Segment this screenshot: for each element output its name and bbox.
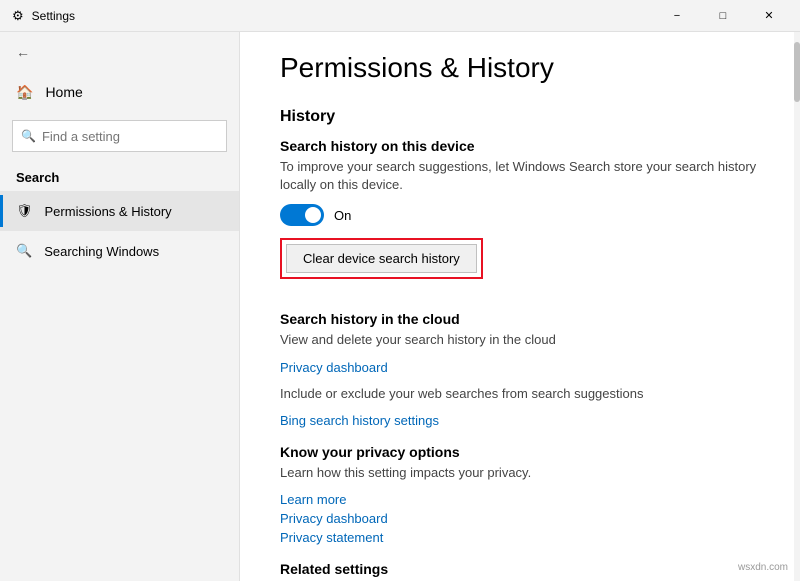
title-bar-title: Settings	[32, 9, 75, 23]
cloud-section-block: Search history in the cloud View and del…	[280, 311, 760, 427]
app-container: ← 🏠 Home 🔍 Search 🛡 Permissions & Histor…	[0, 32, 800, 581]
sidebar-item-permissions-label: Permissions & History	[45, 204, 172, 219]
back-button[interactable]: ←	[0, 32, 239, 72]
search-icon: 🔍	[21, 129, 36, 143]
title-bar: ⚙ Settings − □ ✕	[0, 0, 800, 32]
toggle-row: On	[280, 204, 760, 226]
search-history-device-block: Search history on this device To improve…	[280, 138, 760, 295]
scrollbar[interactable]	[794, 32, 800, 581]
clear-btn-highlight: Clear device search history	[280, 238, 483, 279]
learn-more-link[interactable]: Learn more	[280, 492, 760, 507]
privacy-dashboard-link-1[interactable]: Privacy dashboard	[280, 360, 760, 375]
toggle-label: On	[334, 208, 351, 223]
privacy-desc: Learn how this setting impacts your priv…	[280, 464, 760, 482]
search-box[interactable]: 🔍	[12, 120, 227, 152]
window-controls: − □ ✕	[654, 0, 792, 32]
bing-history-link[interactable]: Bing search history settings	[280, 413, 760, 428]
sidebar: ← 🏠 Home 🔍 Search 🛡 Permissions & Histor…	[0, 32, 240, 581]
back-icon: ←	[16, 44, 30, 60]
close-button[interactable]: ✕	[746, 0, 792, 32]
home-label: Home	[45, 84, 82, 100]
scroll-thumb[interactable]	[794, 42, 800, 102]
main-content: Permissions & History History Search his…	[240, 32, 800, 581]
search-history-device-title: Search history on this device	[280, 138, 760, 154]
sidebar-item-searching[interactable]: 🔍 Searching Windows	[0, 231, 239, 271]
maximize-button[interactable]: □	[700, 0, 746, 32]
searching-icon: 🔍	[16, 243, 32, 259]
permissions-icon: 🛡	[16, 203, 33, 219]
clear-device-history-button[interactable]: Clear device search history	[286, 244, 477, 273]
related-section-block: Related settings Windows privacy options	[280, 561, 760, 581]
page-title: Permissions & History	[280, 52, 760, 84]
settings-icon: ⚙	[12, 8, 24, 24]
home-icon: 🏠	[16, 84, 33, 101]
minimize-button[interactable]: −	[654, 0, 700, 32]
privacy-section-block: Know your privacy options Learn how this…	[280, 444, 760, 545]
search-history-toggle[interactable]	[280, 204, 324, 226]
cloud-view-label: View and delete your search history in t…	[280, 331, 760, 349]
sidebar-section-label: Search	[0, 160, 239, 191]
privacy-section-title: Know your privacy options	[280, 444, 760, 460]
sidebar-item-permissions[interactable]: 🛡 Permissions & History	[0, 191, 239, 231]
home-nav-item[interactable]: 🏠 Home	[0, 72, 239, 112]
cloud-section-title: Search history in the cloud	[280, 311, 760, 327]
search-input[interactable]	[42, 129, 218, 144]
history-section-title: History	[280, 108, 760, 126]
privacy-statement-link[interactable]: Privacy statement	[280, 530, 760, 545]
watermark: wsxdn.com	[738, 562, 788, 573]
privacy-dashboard-link-2[interactable]: Privacy dashboard	[280, 511, 760, 526]
related-section-title: Related settings	[280, 561, 760, 577]
cloud-include-label: Include or exclude your web searches fro…	[280, 385, 760, 403]
search-history-device-desc: To improve your search suggestions, let …	[280, 158, 760, 194]
sidebar-item-searching-label: Searching Windows	[44, 244, 159, 259]
